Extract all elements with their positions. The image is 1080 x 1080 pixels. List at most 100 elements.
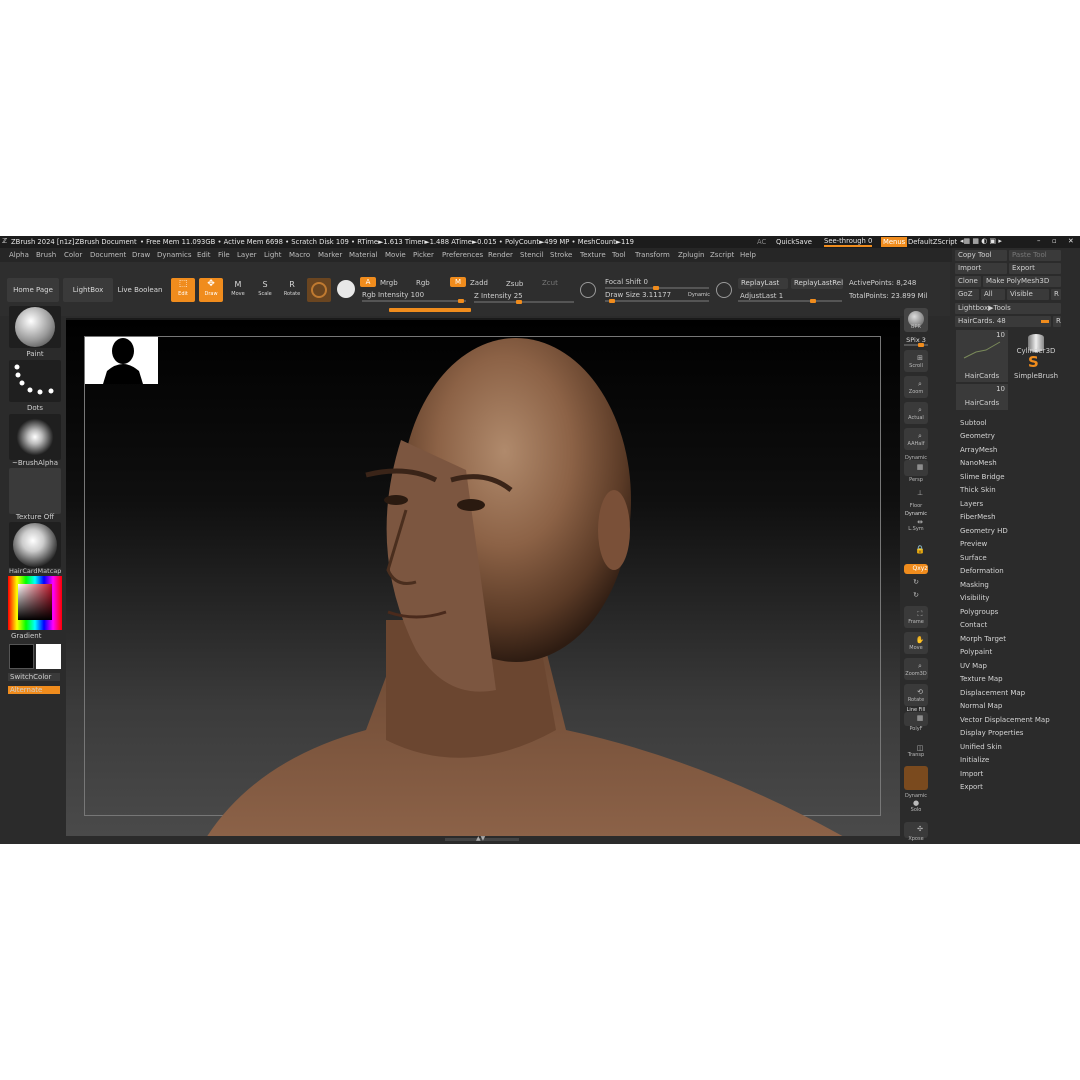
live-boolean-button[interactable]: Live Boolean <box>116 278 164 302</box>
default-zscript-button[interactable]: DefaultZScript <box>908 238 957 246</box>
menu-contact[interactable]: Contact <box>960 621 987 629</box>
menu-layer[interactable]: Layer <box>237 251 257 259</box>
goz-button[interactable]: GoZ <box>955 289 979 300</box>
material-thumbnail[interactable] <box>9 522 61 568</box>
menu-file[interactable]: File <box>218 251 230 259</box>
replay-last-button[interactable]: ReplayLast <box>738 278 788 289</box>
r-button[interactable]: R <box>1051 289 1061 300</box>
transp-button[interactable]: ◫ <box>904 740 928 762</box>
bottom-shelf-arrow-icon[interactable]: ▲▼ <box>476 835 485 842</box>
menu-geometry[interactable]: Geometry <box>960 432 995 440</box>
menu-polygroups[interactable]: Polygroups <box>960 608 998 616</box>
alternate-button[interactable]: Alternate <box>8 686 60 694</box>
focal-s-icon[interactable] <box>580 282 596 298</box>
main-color-swatch[interactable] <box>36 644 61 669</box>
tool-thumb-haircards-2[interactable]: 10 HairCards <box>956 384 1008 410</box>
z-rotate-icon[interactable]: ↻ <box>900 591 932 599</box>
rotate-button[interactable]: R Rotate <box>281 278 303 302</box>
menu-visibility[interactable]: Visibility <box>960 594 989 602</box>
color-picker[interactable] <box>8 576 62 630</box>
z-intensity-slider[interactable] <box>474 300 574 304</box>
menu-macro[interactable]: Macro <box>289 251 310 259</box>
menus-button[interactable]: Menus <box>881 237 908 247</box>
menu-zscript[interactable]: Zscript <box>710 251 734 259</box>
minimize-icon[interactable]: – <box>1037 237 1040 245</box>
menu-dynamics[interactable]: Dynamics <box>157 251 192 259</box>
menu-draw[interactable]: Draw <box>132 251 150 259</box>
menu-document[interactable]: Document <box>90 251 126 259</box>
tool-thumb-cylinder[interactable]: Cylinder3D S SimpleBrush <box>1010 330 1062 382</box>
spix-slider[interactable] <box>904 343 928 347</box>
lightbox-button[interactable]: LightBox <box>63 278 113 302</box>
menu-normal-map[interactable]: Normal Map <box>960 702 1002 710</box>
edit-button[interactable]: ⬚ Edit <box>171 278 195 302</box>
menu-movie[interactable]: Movie <box>385 251 406 259</box>
color-square[interactable] <box>18 584 52 620</box>
replay-last-rel-button[interactable]: ReplayLastRel <box>791 278 843 289</box>
persp-button[interactable]: ▦ <box>904 460 928 476</box>
menu-stroke[interactable]: Stroke <box>550 251 572 259</box>
mrgb-button[interactable]: Mrgb <box>380 279 398 287</box>
solo-icon[interactable]: ● <box>900 799 932 807</box>
menu-geometry-hd[interactable]: Geometry HD <box>960 527 1008 535</box>
paste-tool-button[interactable]: Paste Tool <box>1009 250 1061 261</box>
canvas-viewport[interactable] <box>66 318 900 836</box>
a-button[interactable]: A <box>360 277 376 287</box>
menu-preferences[interactable]: Preferences <box>442 251 483 259</box>
menu-texture-map[interactable]: Texture Map <box>960 675 1003 683</box>
spix-label[interactable]: SPix 3 <box>900 336 932 344</box>
menu-nanomesh[interactable]: NanoMesh <box>960 459 997 467</box>
rgb-intensity-slider[interactable] <box>362 299 466 303</box>
tool-thumb-haircards[interactable]: 10 HairCards <box>956 330 1008 382</box>
menu-import[interactable]: Import <box>960 770 983 778</box>
secondary-color-swatch[interactable] <box>9 644 34 669</box>
y-rotate-icon[interactable]: ↻ <box>900 578 932 586</box>
menu-material[interactable]: Material <box>349 251 377 259</box>
menu-surface[interactable]: Surface <box>960 554 987 562</box>
menu-edit[interactable]: Edit <box>197 251 211 259</box>
lightbox-tools-button[interactable]: Lightbox▶Tools <box>955 303 1061 314</box>
floor-button[interactable]: ⊥ <box>904 486 928 504</box>
menu-initialize[interactable]: Initialize <box>960 756 989 764</box>
texture-thumbnail[interactable] <box>9 468 61 514</box>
menu-vector-displacement-map[interactable]: Vector Displacement Map <box>960 716 1050 724</box>
menu-alpha[interactable]: Alpha <box>9 251 29 259</box>
menu-slime-bridge[interactable]: Slime Bridge <box>960 473 1005 481</box>
draw-size-slider[interactable] <box>605 299 709 303</box>
brush-thumbnail[interactable] <box>9 306 61 348</box>
home-page-button[interactable]: Home Page <box>7 278 59 302</box>
menu-tool[interactable]: Tool <box>612 251 626 259</box>
menu-light[interactable]: Light <box>264 251 281 259</box>
menu-layers[interactable]: Layers <box>960 500 983 508</box>
current-tool-slider[interactable]: HairCards. 48 <box>955 316 1051 327</box>
dynamic-d-icon[interactable] <box>716 282 732 298</box>
close-icon[interactable]: ✕ <box>1068 237 1074 245</box>
menu-thick-skin[interactable]: Thick Skin <box>960 486 996 494</box>
menu-stencil[interactable]: Stencil <box>520 251 544 259</box>
m-button[interactable]: M <box>450 277 466 287</box>
menu-picker[interactable]: Picker <box>413 251 434 259</box>
menu-deformation[interactable]: Deformation <box>960 567 1004 575</box>
all-button[interactable]: All <box>981 289 1005 300</box>
menu-transform[interactable]: Transform <box>635 251 670 259</box>
move-button[interactable]: M Move <box>227 278 249 302</box>
menu-polypaint[interactable]: Polypaint <box>960 648 992 656</box>
menu-uv-map[interactable]: UV Map <box>960 662 987 670</box>
import-button[interactable]: Import <box>955 263 1007 274</box>
visible-button[interactable]: Visible <box>1007 289 1049 300</box>
copy-tool-button[interactable]: Copy Tool <box>955 250 1007 261</box>
scale-button[interactable]: S Scale <box>254 278 276 302</box>
adjust-last-slider[interactable] <box>738 299 842 303</box>
zadd-button[interactable]: Zadd <box>470 279 488 287</box>
sculpted-head-model[interactable] <box>66 320 900 836</box>
clone-button[interactable]: Clone <box>955 276 981 287</box>
menu-brush[interactable]: Brush <box>36 251 56 259</box>
menu-fibermesh[interactable]: FiberMesh <box>960 513 996 521</box>
export-button[interactable]: Export <box>1009 263 1061 274</box>
menu-render[interactable]: Render <box>488 251 513 259</box>
dynamic-toggle[interactable]: Dynamic <box>688 292 710 298</box>
switch-color-button[interactable]: SwitchColor <box>8 673 60 681</box>
menu-displacement-map[interactable]: Displacement Map <box>960 689 1025 697</box>
restore-icon[interactable]: ▫ <box>1052 237 1057 245</box>
draw-button[interactable]: ✥ Draw <box>199 278 223 302</box>
